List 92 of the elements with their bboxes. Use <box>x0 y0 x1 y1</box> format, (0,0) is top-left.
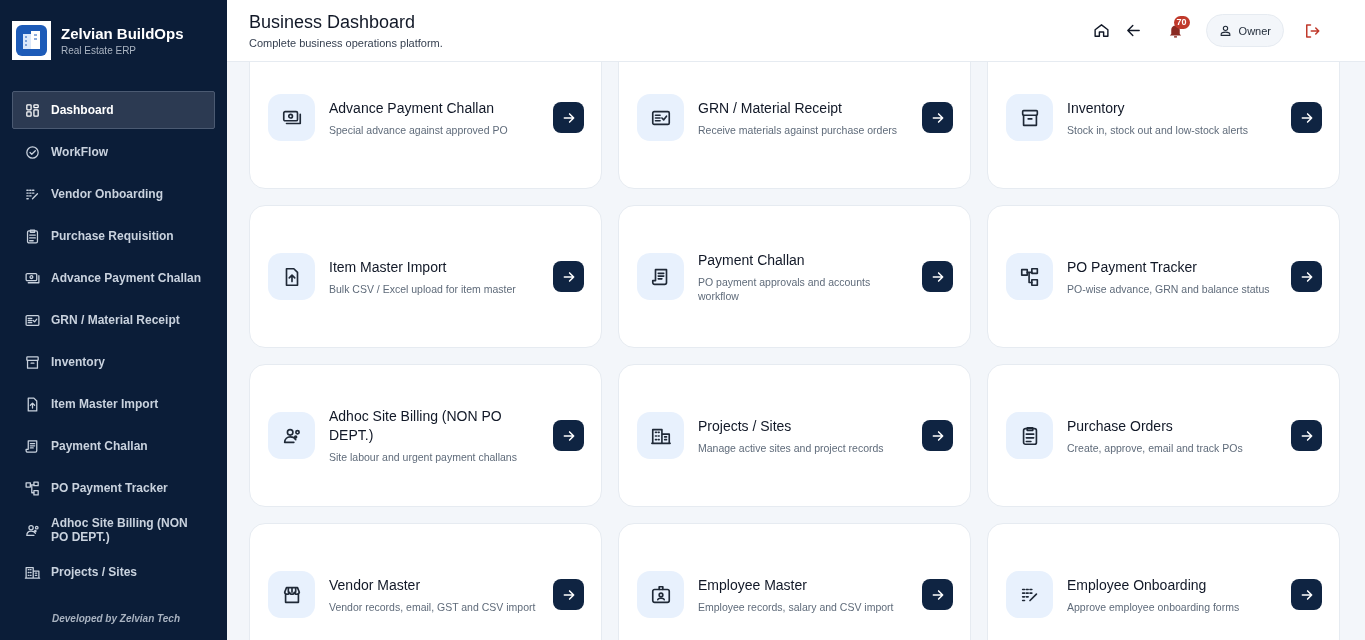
user-menu-button[interactable]: Owner <box>1205 14 1284 47</box>
sidebar-item[interactable]: WorkFlow <box>12 133 215 171</box>
card-description: Stock in, stock out and low-stock alerts <box>1067 122 1249 137</box>
brand-name: Zelvian BuildOps <box>61 24 184 42</box>
arrow-right-icon <box>930 110 945 125</box>
id-badge-icon <box>649 583 672 606</box>
arrow-right-icon <box>561 428 576 443</box>
module-card[interactable]: PO Payment Tracker PO-wise advance, GRN and balance status <box>987 205 1340 348</box>
card-title: Item Master Import <box>329 257 448 277</box>
sidebar-item[interactable]: Adhoc Site Billing (NON PO DEPT.) <box>12 511 215 549</box>
open-arrow-button[interactable] <box>553 579 584 610</box>
sidebar-item[interactable]: Advance Payment Challan <box>12 259 215 297</box>
module-card[interactable]: Inventory Stock in, stock out and low-stock alerts <box>987 62 1340 189</box>
card-description: Approve employee onboarding forms <box>1067 599 1241 614</box>
home-icon <box>1093 22 1111 39</box>
card-title: Payment Challan <box>698 250 806 270</box>
sidebar-item[interactable]: Dashboard <box>12 91 215 129</box>
arrow-right-icon <box>1299 269 1314 284</box>
sidebar-item[interactable]: Purchase Requisition <box>12 217 215 255</box>
card-title: Vendor Master <box>329 575 422 595</box>
grid-icon <box>24 101 41 119</box>
card-title: Employee Onboarding <box>1067 575 1208 595</box>
arrow-right-icon <box>561 110 576 125</box>
sidebar-item[interactable]: Item Master Import <box>12 385 215 423</box>
notification-button[interactable]: 70 <box>1159 14 1192 47</box>
page-title: Business Dashboard <box>249 12 417 33</box>
module-card[interactable]: Vendor Master Vendor records, email, GST and CSV import <box>249 523 602 640</box>
card-description: Special advance against approved PO <box>329 122 509 137</box>
open-arrow-button[interactable] <box>553 420 584 451</box>
card-description: Site labour and urgent payment challans <box>329 450 518 464</box>
sidebar-item[interactable]: PO Payment Tracker <box>12 469 215 507</box>
module-card[interactable]: Advance Payment Challan Special advance against approved PO <box>249 62 602 189</box>
module-card[interactable]: Employee Master Employee records, salary and CSV import <box>618 523 971 640</box>
arrow-right-icon <box>930 269 945 284</box>
arrow-right-icon <box>1299 428 1314 443</box>
card-title: Purchase Orders <box>1067 416 1174 436</box>
open-arrow-button[interactable] <box>922 579 953 610</box>
card-title: GRN / Material Receipt <box>698 98 843 118</box>
clipboard-icon <box>24 227 41 245</box>
card-description: PO payment approvals and accounts workflow <box>698 274 872 303</box>
card-description: Bulk CSV / Excel upload for item master <box>329 281 517 296</box>
card-title: PO Payment Tracker <box>1067 257 1198 277</box>
sidebar-item[interactable]: Projects / Sites <box>12 553 215 591</box>
page-subtitle: Complete business operations platform. <box>249 37 444 49</box>
card-description: Manage active sites and project records <box>698 440 885 455</box>
card-description: Vendor records, email, GST and CSV import <box>329 599 537 614</box>
card-title: Adhoc Site Billing (NON PO DEPT.) <box>329 407 503 445</box>
module-card[interactable]: Adhoc Site Billing (NON PO DEPT.) Site labour and urgent payment challans <box>249 364 602 507</box>
check-circle-icon <box>24 143 41 161</box>
back-arrow-icon <box>1125 22 1143 39</box>
module-card[interactable]: GRN / Material Receipt Receive materials against purchase orders <box>618 62 971 189</box>
card-title: Employee Master <box>698 575 808 595</box>
open-arrow-button[interactable] <box>1291 261 1322 292</box>
open-arrow-button[interactable] <box>922 102 953 133</box>
arrow-right-icon <box>561 587 576 602</box>
module-card[interactable]: Projects / Sites Manage active sites and project records <box>618 364 971 507</box>
sidebar-item[interactable]: GRN / Material Receipt <box>12 301 215 339</box>
open-arrow-button[interactable] <box>922 261 953 292</box>
card-description: Employee records, salary and CSV import <box>698 599 895 614</box>
logout-icon <box>1303 21 1321 40</box>
card-title: Projects / Sites <box>698 416 793 436</box>
sidebar-item[interactable]: Vendor Onboarding <box>12 175 215 213</box>
module-card[interactable]: Payment Challan PO payment approvals and accounts workflow <box>618 205 971 348</box>
open-arrow-button[interactable] <box>1291 102 1322 133</box>
user-icon <box>1218 24 1232 37</box>
card-description: PO-wise advance, GRN and balance status <box>1067 281 1271 296</box>
sidebar-item[interactable]: Payment Challan <box>12 427 215 465</box>
open-arrow-button[interactable] <box>1291 420 1322 451</box>
logo-icon <box>12 20 51 60</box>
arrow-right-icon <box>561 269 576 284</box>
sidebar-item[interactable]: Inventory <box>12 343 215 381</box>
open-arrow-button[interactable] <box>553 102 584 133</box>
hierarchy-icon <box>24 479 41 497</box>
arrow-right-icon <box>1299 587 1314 602</box>
archive-box-icon <box>24 353 41 371</box>
arrow-right-icon <box>930 428 945 443</box>
card-title: Inventory <box>1067 98 1126 118</box>
footer-credit: Developed by Zelvian Tech <box>51 613 181 626</box>
notification-count: 70 <box>1173 15 1190 29</box>
open-arrow-button[interactable] <box>553 261 584 292</box>
open-arrow-button[interactable] <box>1291 579 1322 610</box>
open-arrow-button[interactable] <box>922 420 953 451</box>
card-title: Advance Payment Challan <box>329 98 495 118</box>
module-card[interactable]: Employee Onboarding Approve employee onboarding forms <box>987 523 1340 640</box>
module-card[interactable]: Item Master Import Bulk CSV / Excel upload for item master <box>249 205 602 348</box>
arrow-right-icon <box>930 587 945 602</box>
brand-subtitle: Real Estate ERP <box>61 44 138 56</box>
card-description: Create, approve, email and track POs <box>1067 440 1244 455</box>
card-description: Receive materials against purchase orders <box>698 122 898 137</box>
module-card[interactable]: Purchase Orders Create, approve, email and track POs <box>987 364 1340 507</box>
hierarchy-icon <box>1018 265 1041 288</box>
arrow-right-icon <box>1299 110 1314 125</box>
